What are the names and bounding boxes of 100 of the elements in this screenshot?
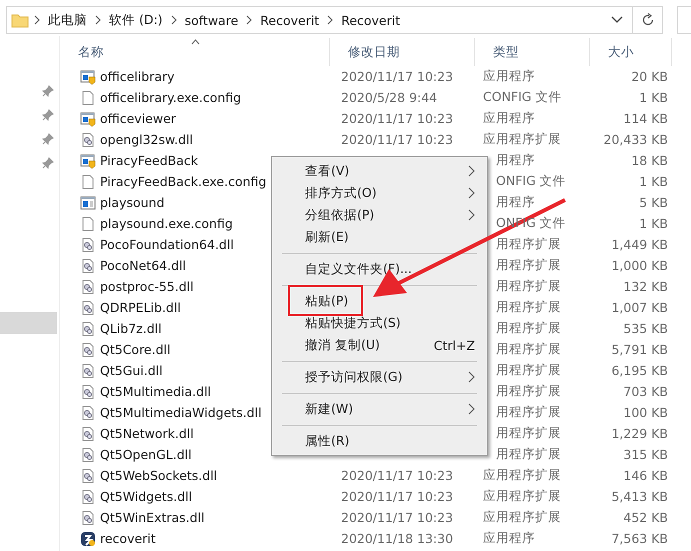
gear-document-icon xyxy=(80,426,96,442)
folder-icon xyxy=(11,12,29,28)
file-size: 1,000 KB xyxy=(611,258,668,273)
file-type: 用程序扩展 xyxy=(496,404,561,419)
document-icon xyxy=(80,216,96,232)
chevron-icon xyxy=(170,15,178,25)
file-size: 1,007 KB xyxy=(611,300,668,315)
address-bar[interactable]: 此电脑 软件 (D:) software Recoverit Recoverit xyxy=(6,6,633,34)
chevron-icon xyxy=(326,15,334,25)
file-type: 应用程序 xyxy=(483,68,535,83)
pin-icon[interactable] xyxy=(42,85,54,97)
document-icon xyxy=(80,174,96,190)
column-header[interactable]: 修改日期 xyxy=(330,38,475,66)
program-icon xyxy=(80,68,96,84)
gear-document-icon xyxy=(80,404,96,420)
file-size: 146 KB xyxy=(623,468,668,483)
file-size: 20 KB xyxy=(631,69,668,84)
file-name[interactable]: Qt5WinExtras.dll xyxy=(100,510,205,525)
file-size: 5,791 KB xyxy=(611,342,668,357)
modified-date: 2020/11/17 10:23 xyxy=(341,489,454,504)
file-name[interactable]: Qt5Multimedia.dll xyxy=(100,384,212,399)
column-header[interactable]: 类型 xyxy=(475,38,590,66)
file-size: 452 KB xyxy=(623,510,668,525)
menu-item[interactable]: 撤消 复制(U) Ctrl+Z xyxy=(272,334,487,356)
file-name[interactable]: postproc-55.dll xyxy=(100,279,194,294)
file-name[interactable]: PocoFoundation64.dll xyxy=(100,237,234,252)
menu-item[interactable]: 查看(V) xyxy=(272,160,487,182)
menu-item[interactable]: 刷新(E) xyxy=(272,226,487,248)
file-name[interactable]: PocoNet64.dll xyxy=(100,258,186,273)
submenu-chevron-icon xyxy=(468,187,475,199)
pin-icon[interactable] xyxy=(42,133,54,145)
file-name[interactable]: officeviewer xyxy=(100,111,176,126)
gear-document-icon xyxy=(80,278,96,294)
file-name[interactable]: officelibrary xyxy=(100,69,175,84)
column-header[interactable]: 名称 xyxy=(60,38,330,66)
shortcut-label: Ctrl+Z xyxy=(434,338,475,352)
modified-date: 2020/11/17 10:23 xyxy=(341,510,454,525)
file-type: 应用程序扩展 xyxy=(483,488,561,503)
breadcrumb[interactable]: 此电脑 xyxy=(45,12,90,28)
gear-document-icon xyxy=(80,320,96,336)
file-name[interactable]: Qt5Widgets.dll xyxy=(100,489,192,504)
gear-document-icon xyxy=(80,384,96,400)
breadcrumb[interactable]: Recoverit xyxy=(257,12,322,28)
menu-item[interactable]: 粘贴(P) xyxy=(272,290,487,312)
gear-document-icon xyxy=(80,236,96,252)
search-field[interactable] xyxy=(677,6,691,34)
submenu-chevron-icon xyxy=(468,403,475,415)
file-name[interactable]: PiracyFeedBack.exe.config xyxy=(100,174,266,189)
gear-document-icon xyxy=(80,446,96,462)
document-icon xyxy=(80,90,96,106)
refresh-button[interactable] xyxy=(633,6,663,34)
file-name[interactable]: playsound.exe.config xyxy=(100,216,233,231)
file-size: 7,563 KB xyxy=(611,531,668,546)
modified-date: 2020/11/18 13:30 xyxy=(341,531,454,546)
modified-date: 2020/11/17 10:23 xyxy=(341,468,454,483)
file-type: 用程序扩展 xyxy=(496,320,561,335)
file-type: 应用程序扩展 xyxy=(483,509,561,524)
file-name[interactable]: Qt5Gui.dll xyxy=(100,363,163,378)
chevron-icon xyxy=(33,15,41,25)
file-name[interactable]: PiracyFeedBack xyxy=(100,153,198,168)
file-name[interactable]: Qt5WebSockets.dll xyxy=(100,468,218,483)
file-name[interactable]: Qt5Network.dll xyxy=(100,426,194,441)
file-type: 用程序 xyxy=(496,152,535,167)
file-name[interactable]: Qt5Core.dll xyxy=(100,342,170,357)
file-name[interactable]: QDRPELib.dll xyxy=(100,300,181,315)
gear-document-icon xyxy=(80,342,96,358)
menu-item[interactable]: 授予访问权限(G) xyxy=(272,366,487,388)
file-name[interactable]: officelibrary.exe.config xyxy=(100,90,242,105)
file-size: 703 KB xyxy=(623,384,668,399)
program-icon xyxy=(80,110,96,126)
file-size: 114 KB xyxy=(623,111,668,126)
breadcrumb[interactable]: 软件 (D:) xyxy=(106,12,166,28)
file-name[interactable]: playsound xyxy=(100,195,164,210)
gear-document-icon xyxy=(80,488,96,504)
breadcrumb[interactable]: Recoverit xyxy=(338,12,404,28)
file-type: 用程序 xyxy=(496,194,535,209)
menu-item[interactable]: 新建(W) xyxy=(272,398,487,420)
modified-date: 2020/5/28 9:44 xyxy=(341,90,438,105)
file-size: 1,229 KB xyxy=(611,426,668,441)
file-name[interactable]: QLib7z.dll xyxy=(100,321,162,336)
column-header[interactable]: 大小 xyxy=(590,38,672,66)
submenu-chevron-icon xyxy=(468,371,475,383)
file-size: 1 KB xyxy=(639,90,668,105)
breadcrumb[interactable]: software xyxy=(182,12,242,28)
submenu-chevron-icon xyxy=(468,165,475,177)
menu-item[interactable]: 属性(R) xyxy=(272,430,487,452)
file-type: CONFIG 文件 xyxy=(483,89,562,104)
file-size: 1,449 KB xyxy=(611,237,668,252)
menu-item[interactable]: 粘贴快捷方式(S) xyxy=(272,312,487,334)
menu-item[interactable]: 排序方式(O) xyxy=(272,182,487,204)
pin-icon[interactable] xyxy=(42,157,54,169)
file-name[interactable]: Qt5OpenGL.dll xyxy=(100,447,192,462)
file-name[interactable]: Qt5MultimediaWidgets.dll xyxy=(100,405,262,420)
file-name[interactable]: opengl32sw.dll xyxy=(100,132,193,147)
chevron-icon xyxy=(245,15,254,25)
menu-item[interactable]: 分组依据(P) xyxy=(272,204,487,226)
sort-caret-icon xyxy=(190,39,200,45)
file-type: 用程序扩展 xyxy=(496,446,561,461)
file-name[interactable]: recoverit xyxy=(100,531,156,546)
pin-icon[interactable] xyxy=(42,109,54,121)
